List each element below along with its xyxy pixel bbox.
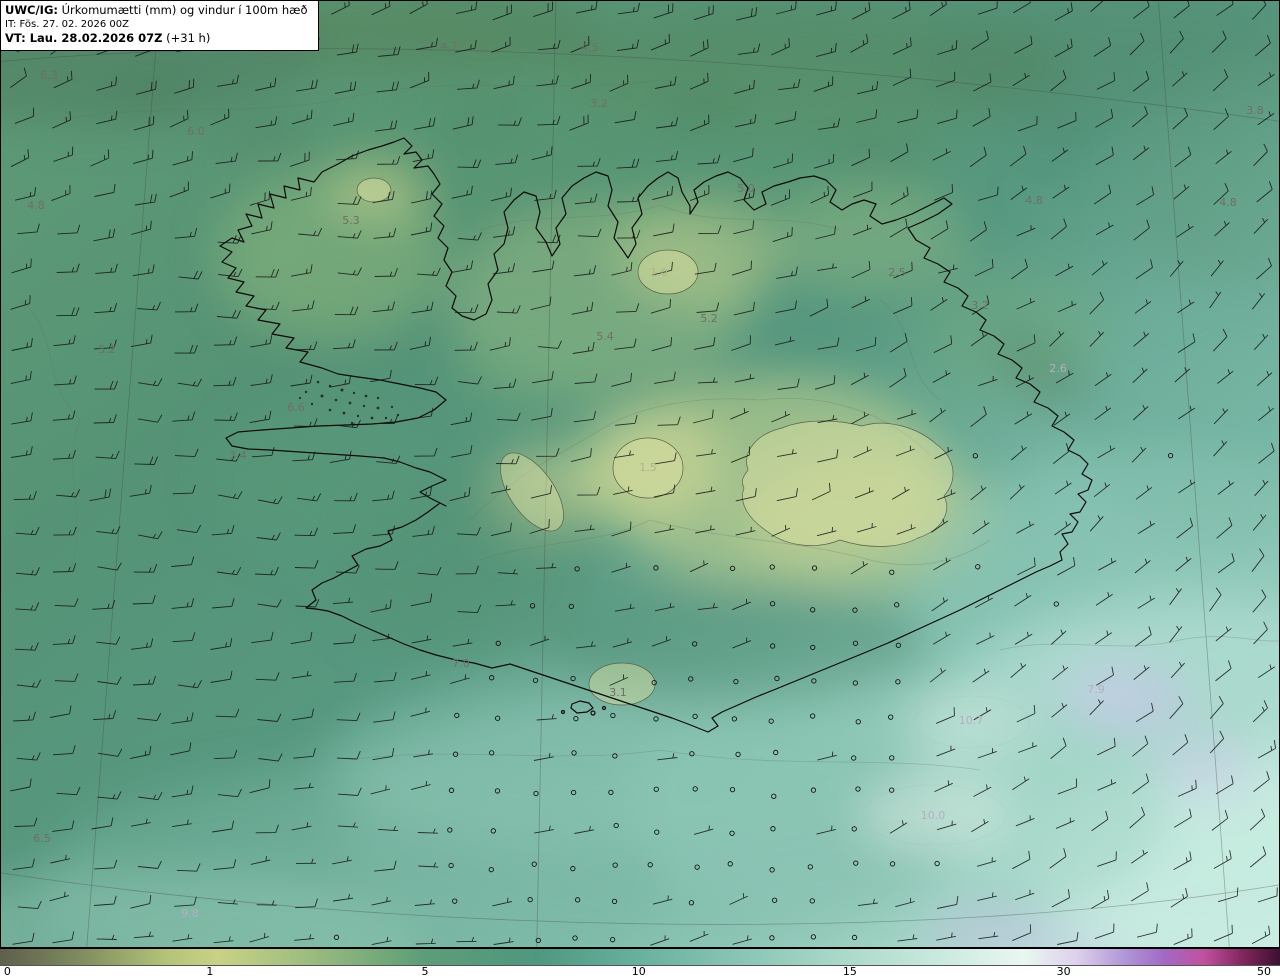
title-box: UWC/IG: Úrkomumætti (mm) og vindur í 100… [0,0,319,51]
contour-label: 9.8 [181,907,199,920]
colorbar-ticks: 0 1 5 10 15 30 50 [0,965,1280,979]
colorbar-tick-label: 50 [1257,965,1272,978]
contour-label: 5.4 [596,330,614,343]
colorbar-tick-label: 5 [421,965,429,978]
valid-time-line: VT: Lau. 28.02.2026 07Z (+31 h) [5,31,308,46]
contour-label: 7.0 [452,657,470,670]
model-label: UWC/IG: [5,3,58,17]
colorbar-tick-label: 10 [631,965,646,978]
contour-label: 10.7 [959,714,984,727]
contour-label: 4.8 [1025,194,1043,207]
contour-label: 6.5 [33,832,51,845]
colorbar-tick-label: 15 [842,965,857,978]
contour-label: 6.3 [40,69,58,82]
colorbar: 0 1 5 10 15 30 50 [0,948,1280,979]
contour-label: 1.5 [639,461,657,474]
valid-offset: (+31 h) [162,31,211,46]
contour-label: 5.3 [342,214,360,227]
contour-label: 10.0 [921,809,946,822]
contour-label: 3.2 [971,299,989,312]
contour-label: 4.7 [440,40,458,53]
contour-label: 4.8 [1219,196,1237,209]
contour-label: 4.5 [581,41,599,54]
colorbar-tick-label: 1 [206,965,214,978]
contour-label: 6.0 [187,125,205,138]
contour-label: 5.2 [700,312,718,325]
contour-label: 6.6 [287,401,305,414]
map-title-line: UWC/IG: Úrkomumætti (mm) og vindur í 100… [5,3,308,18]
contour-label: 2.6 [1049,362,1067,375]
colorbar-gradient [0,949,1280,966]
weather-map: 4.7 4.5 6.3 3.2 3.8 6.0 5.0 4.8 4.8 4.8 5.3 1.0 2.5 3… [0,0,1280,948]
contour-label: 2.5 [888,266,906,279]
contour-label: 7.9 [1087,683,1105,696]
contour-label: 1.0 [650,266,668,279]
weather-map-page: 4.7 4.5 6.3 3.2 3.8 6.0 5.0 4.8 4.8 4.8 5.3 1.0 2.5 3… [0,0,1280,979]
contour-label: 3.8 [1246,104,1264,117]
contour-label: 5.2 [98,343,116,356]
valid-time: VT: Lau. 28.02.2026 07Z [5,31,163,46]
map-title: Úrkomumætti (mm) og vindur í 100m hæð [57,3,308,17]
colorbar-tick-label: 0 [3,965,11,978]
contour-label: 3.2 [590,97,608,110]
contour-label: 3.1 [609,686,627,699]
init-time-line: IT: Fös. 27. 02. 2026 00Z [5,19,129,31]
colorbar-tick-label: 30 [1056,965,1071,978]
contour-label: 5.0 [737,182,755,195]
contour-label: 4.8 [27,199,45,212]
contour-label: 3.4 [229,449,247,462]
